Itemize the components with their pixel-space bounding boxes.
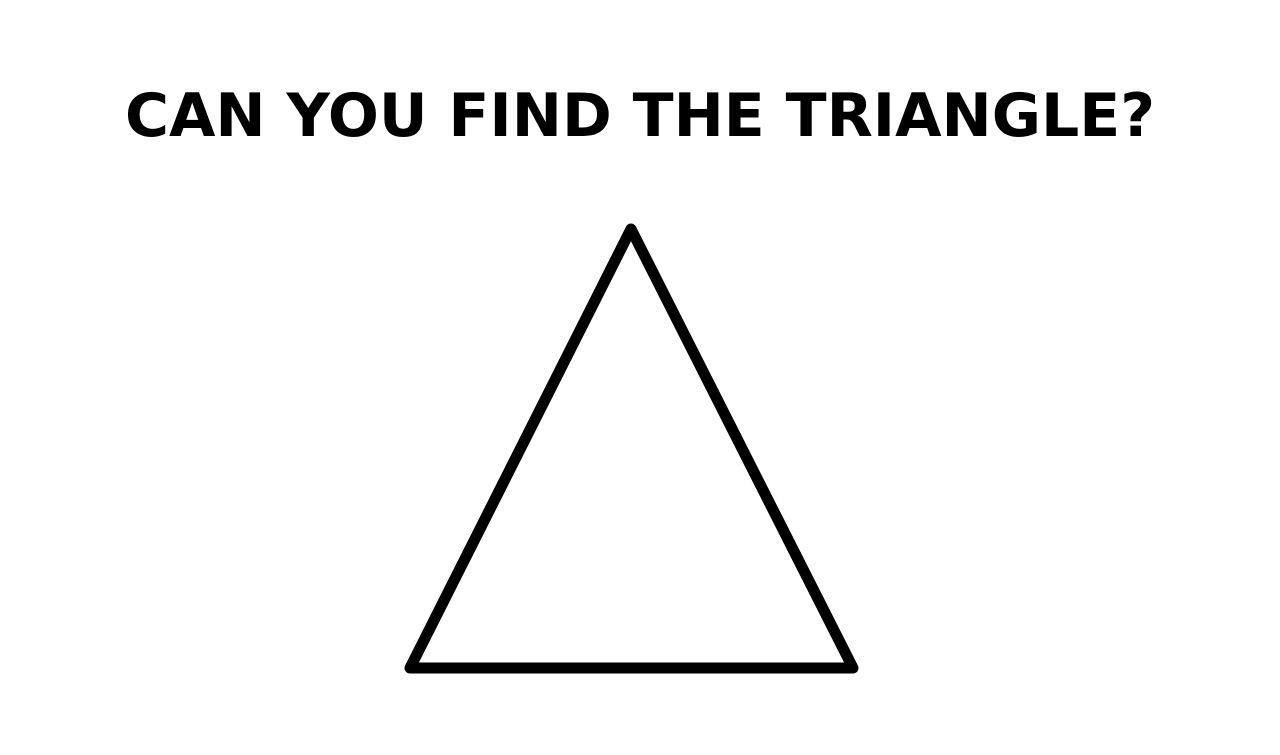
triangle-shape [404,223,859,674]
triangle-outline-icon [404,223,859,674]
puzzle-canvas: CAN YOU FIND THE TRIANGLE? [0,0,1280,755]
